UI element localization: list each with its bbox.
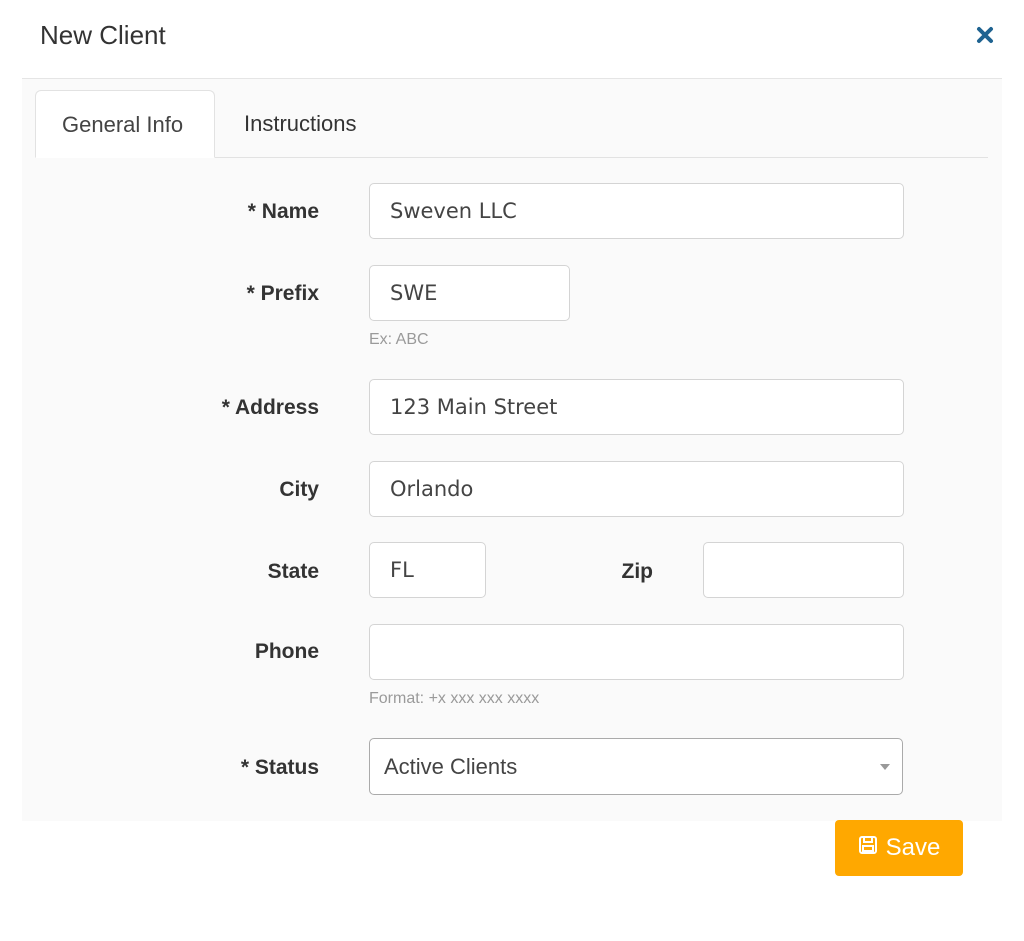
status-label: * Status	[240, 756, 319, 779]
save-button[interactable]: Save	[835, 820, 963, 876]
city-input[interactable]: Orlando	[369, 461, 904, 517]
prefix-input[interactable]: SWE	[369, 265, 570, 321]
status-select[interactable]: Active Clients	[369, 738, 903, 795]
tab-instructions[interactable]: Instructions	[218, 90, 383, 157]
address-label: * Address	[221, 396, 319, 419]
phone-input[interactable]	[369, 624, 904, 680]
floppy-disk-icon	[858, 834, 878, 862]
prefix-label: * Prefix	[246, 282, 319, 305]
state-input[interactable]: FL	[369, 542, 486, 598]
state-label: State	[267, 560, 319, 583]
address-input[interactable]: 123 Main Street	[369, 379, 904, 435]
status-selected-value: Active Clients	[384, 754, 518, 779]
phone-label: Phone	[254, 640, 319, 663]
zip-input[interactable]	[703, 542, 904, 598]
name-input[interactable]: Sweven LLC	[369, 183, 904, 239]
zip-label: Zip	[621, 560, 654, 583]
close-icon[interactable]	[974, 24, 996, 46]
city-label: City	[279, 478, 319, 501]
tab-bar: General Info Instructions	[35, 90, 988, 158]
tab-general-info[interactable]: General Info	[35, 90, 215, 158]
chevron-down-icon	[880, 764, 890, 770]
modal-header: New Client	[22, 0, 1002, 79]
name-label: * Name	[247, 200, 319, 223]
modal-title: New Client	[40, 20, 166, 50]
prefix-help-text: Ex: ABC	[369, 331, 429, 348]
save-button-label: Save	[885, 834, 941, 861]
phone-help-text: Format: +x xxx xxx xxxx	[369, 690, 540, 707]
